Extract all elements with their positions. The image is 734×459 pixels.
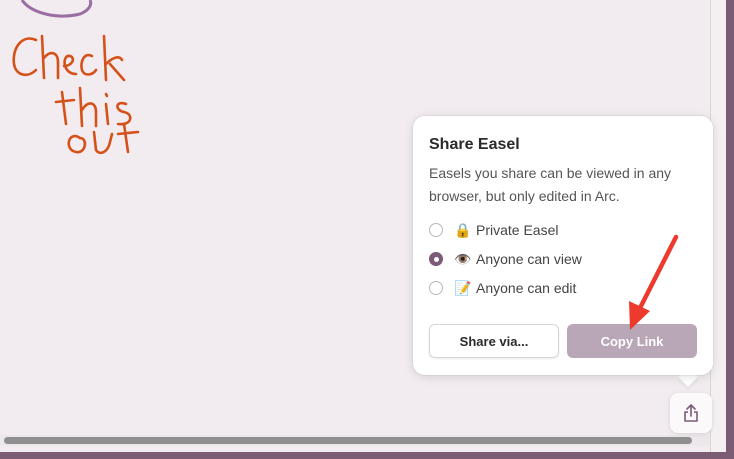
option-label: Private Easel [476,222,559,238]
share-easel-popover: Share Easel Easels you share can be view… [413,116,713,375]
window-frame-bottom [0,452,734,459]
popover-description: Easels you share can be viewed in any br… [429,165,672,204]
lock-icon: 🔒 [454,221,472,238]
option-anyone-can-view[interactable]: 👁️ Anyone can view [429,247,582,271]
share-button[interactable] [670,393,712,433]
option-private-easel[interactable]: 🔒 Private Easel [429,218,558,242]
option-label: Anyone can edit [476,280,577,296]
radio-anyone-can-view[interactable] [429,252,443,266]
handwriting-note [12,0,140,155]
copy-link-button[interactable]: Copy Link [567,324,697,358]
memo-icon: 📝 [454,279,472,296]
popover-title: Share Easel [429,136,520,153]
purple-circle-stroke [20,0,93,18]
option-anyone-can-edit[interactable]: 📝 Anyone can edit [429,276,576,300]
option-label: Anyone can view [476,251,582,267]
check-this-out-scribble [12,34,140,155]
eye-icon: 👁️ [454,250,472,267]
share-icon [684,404,698,422]
horizontal-scrollbar-thumb[interactable] [4,437,692,444]
share-via-button[interactable]: Share via... [429,324,559,358]
radio-anyone-can-edit[interactable] [429,281,443,295]
radio-private-easel[interactable] [429,223,443,237]
